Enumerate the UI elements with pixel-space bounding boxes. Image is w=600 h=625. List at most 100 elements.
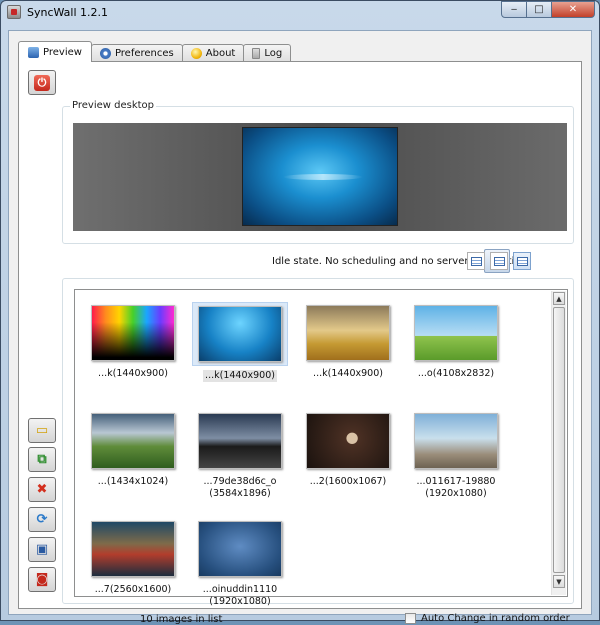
remove-button[interactable]: ✖	[28, 477, 56, 502]
vertical-scrollbar[interactable]: ▲ ▼	[551, 291, 566, 595]
desktop-preview	[73, 123, 567, 231]
title-bar[interactable]: SyncWall 1.2.1 ‒ □ ✕	[1, 1, 599, 25]
maximize-icon: □	[534, 4, 544, 15]
preview-panel: ⏻ Preview desktop Idle state. No schedul…	[18, 61, 582, 625]
scroll-down-arrow[interactable]: ▼	[553, 575, 565, 588]
image-thumbnail	[91, 413, 175, 469]
thumbnail-frame	[85, 302, 181, 364]
preferences-icon	[99, 48, 111, 59]
thumbnail-frame	[300, 302, 396, 364]
image-caption: ...k(1440x900)	[203, 370, 277, 382]
tab-label: About	[205, 48, 236, 59]
auto-change-label: Auto Change in random order	[421, 613, 570, 624]
thumbnail-frame	[85, 410, 181, 472]
image-thumbnail	[198, 306, 282, 362]
thumbnail-frame	[85, 518, 181, 580]
image-thumbnail	[306, 305, 390, 361]
thumbnail-view-icon	[516, 256, 528, 266]
auto-change-checkbox[interactable]	[405, 613, 416, 624]
thumbnail-frame	[192, 410, 288, 472]
details-view-icon	[493, 256, 505, 266]
image-caption: ...7(2560x1600)	[94, 584, 172, 595]
set-wallpaper-button[interactable]: ▣	[28, 537, 56, 562]
refresh-button[interactable]: ⟳	[28, 507, 56, 532]
tab-label: Preview	[43, 46, 82, 58]
image-thumbnail	[198, 413, 282, 469]
refresh-icon: ⟳	[36, 512, 48, 527]
image-thumbnail	[414, 305, 498, 361]
image-list-item[interactable]: ...011617-19880 (1920x1080)	[408, 410, 504, 500]
image-list-item[interactable]: ...o(4108x2832)	[408, 302, 504, 380]
screenshot-button[interactable]: ◙	[28, 567, 56, 592]
image-list[interactable]: ...k(1440x900) ...k(1440x900) ...k(1440x90…	[74, 289, 568, 607]
image-thumbnail	[306, 413, 390, 469]
tab-preview[interactable]: Preview	[18, 41, 92, 62]
app-window: SyncWall 1.2.1 ‒ □ ✕ Preview Preferences…	[0, 0, 600, 625]
image-list-item[interactable]: ...2(1600x1067)	[300, 410, 396, 488]
image-caption: ...(1434x1024)	[97, 476, 169, 487]
folder-add-icon: ▭	[35, 423, 49, 438]
thumbnail-frame	[408, 410, 504, 472]
power-icon: ⏻	[34, 74, 50, 91]
image-thumbnail	[91, 305, 175, 361]
image-list-group: ...k(1440x900) ...k(1440x900) ...k(1440x90…	[62, 278, 574, 607]
view-thumbnails-button[interactable]	[513, 252, 531, 270]
image-thumbnail	[198, 521, 282, 577]
image-list-item[interactable]: ...k(1440x900)	[300, 302, 396, 380]
image-caption: ...k(1440x900)	[98, 368, 168, 379]
file-add-icon: ⧉	[37, 452, 47, 467]
app-icon	[7, 5, 21, 19]
image-thumbnail	[91, 521, 175, 577]
screen-capture-icon: ◙	[35, 572, 49, 587]
scroll-thumb[interactable]	[553, 307, 565, 573]
image-thumbnail	[414, 413, 498, 469]
log-icon	[252, 48, 261, 59]
view-details-button[interactable]	[490, 252, 508, 270]
image-caption: ...2(1600x1067)	[309, 476, 387, 487]
image-caption: ...oinuddin1110 (1920x1080)	[202, 584, 278, 607]
image-count: 10 images in list	[140, 614, 223, 625]
image-list-item[interactable]: ...7(2560x1600)	[85, 518, 181, 596]
preview-desktop-group: Preview desktop	[62, 100, 574, 244]
about-icon	[190, 48, 202, 59]
scroll-up-arrow[interactable]: ▲	[553, 292, 565, 305]
maximize-button[interactable]: □	[526, 1, 552, 18]
image-caption: ...k(1440x900)	[313, 368, 383, 379]
thumbnail-frame	[300, 410, 396, 472]
minimize-button[interactable]: ‒	[501, 1, 527, 18]
image-caption: ...79de38d6c_o (3584x1896)	[203, 476, 277, 499]
auto-change-option[interactable]: Auto Change in random order	[405, 613, 570, 624]
image-list-item[interactable]: ...k(1440x900)	[85, 302, 181, 380]
add-folder-button[interactable]: ▭	[28, 418, 56, 443]
delete-icon: ✖	[36, 482, 48, 497]
add-files-button[interactable]: ⧉	[28, 447, 56, 472]
preview-icon	[28, 46, 39, 58]
image-list-item[interactable]: ...k(1440x900)	[192, 302, 288, 382]
thumbnail-frame	[408, 302, 504, 364]
tab-preferences[interactable]: Preferences	[90, 44, 183, 62]
close-icon: ✕	[568, 4, 578, 15]
thumbnail-frame	[192, 302, 288, 366]
tab-log[interactable]: Log	[243, 44, 292, 62]
window-title: SyncWall 1.2.1	[27, 6, 109, 19]
list-view-icon	[470, 256, 482, 266]
tab-label: Preferences	[114, 48, 174, 59]
image-list-item[interactable]: ...79de38d6c_o (3584x1896)	[192, 410, 288, 500]
client-area: Preview Preferences About Log ⏻ Preview …	[8, 30, 592, 625]
image-caption: ...011617-19880 (1920x1080)	[416, 476, 496, 499]
window-controls: ‒ □ ✕	[501, 1, 595, 18]
tab-strip: Preview Preferences About Log	[18, 41, 292, 62]
image-list-item[interactable]: ...(1434x1024)	[85, 410, 181, 488]
close-button[interactable]: ✕	[551, 1, 595, 18]
minimize-icon: ‒	[510, 4, 518, 15]
start-stop-button[interactable]: ⏻	[28, 70, 56, 95]
preview-desktop-label: Preview desktop	[70, 100, 156, 111]
image-caption: ...o(4108x2832)	[417, 368, 495, 379]
tab-label: Log	[264, 48, 283, 59]
current-wallpaper-preview	[242, 127, 398, 226]
tab-about[interactable]: About	[181, 44, 245, 62]
image-list-item[interactable]: ...oinuddin1110 (1920x1080)	[192, 518, 288, 608]
thumbnail-frame	[192, 518, 288, 580]
view-list-button[interactable]	[467, 252, 485, 270]
monitor-icon: ▣	[35, 542, 49, 557]
